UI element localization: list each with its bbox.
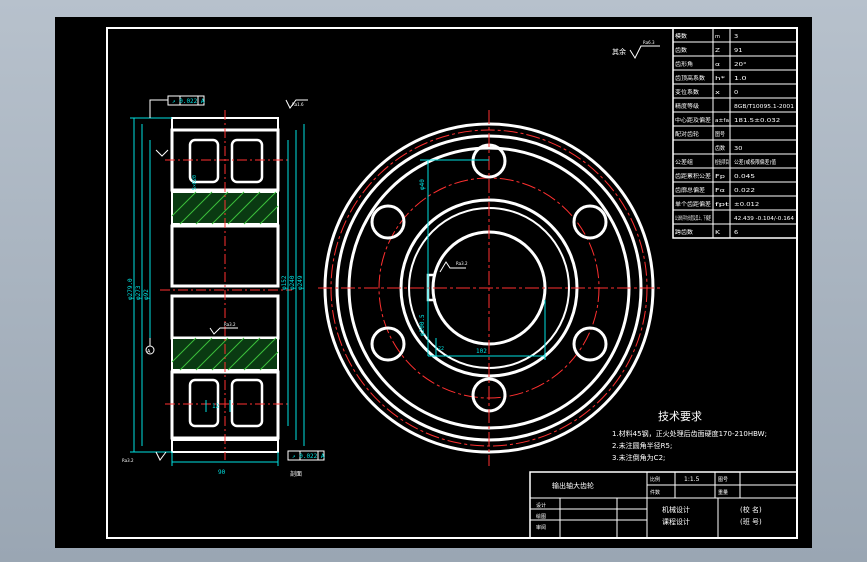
drafter-label: 绘图 bbox=[536, 513, 546, 520]
runout-bottom-label: ↗ 0.022 A bbox=[292, 453, 325, 460]
cad-viewport[interactable]: ↗ 0.022 A ↗ 0.022 A 剖面 90 Ra1.6 Ra3.2 Ra… bbox=[0, 0, 867, 562]
param-row-0-symbol: m bbox=[715, 34, 720, 40]
weight-label: 重量 bbox=[718, 489, 728, 496]
hole-diameter-dim: φ40 bbox=[419, 179, 426, 190]
param-row-11-value: 0.022 bbox=[734, 188, 755, 194]
param-row-12-name: 单个齿距偏差 bbox=[675, 200, 712, 208]
pitch-diameter-dim: φ273 bbox=[135, 285, 142, 300]
class-number: (班 号) bbox=[740, 517, 762, 526]
roughness-bottom: Ra3.2 bbox=[122, 458, 134, 463]
param-row-14-symbol: K bbox=[715, 230, 721, 236]
param-row-3-value: 1.0 bbox=[734, 76, 747, 82]
hub-diameter-dim-1: φ152 bbox=[281, 275, 288, 290]
param-row-2-value: 20° bbox=[734, 62, 747, 68]
hub-diameter-dim-2: φ240 bbox=[289, 275, 296, 290]
param-row-9-value: 公差(或极限偏差)值 bbox=[734, 158, 776, 166]
param-row-1-symbol: Z bbox=[715, 48, 720, 54]
hub-diameter-dim-3: φ249 bbox=[297, 275, 304, 290]
param-row-9-name: 公差组 bbox=[675, 158, 694, 166]
param-row-10-value: 0.045 bbox=[734, 174, 756, 180]
section-label: 剖面 bbox=[290, 470, 302, 478]
roughness-middle: Ra3.2 bbox=[224, 322, 236, 327]
param-row-0-name: 模数 bbox=[675, 32, 688, 40]
param-row-6-name: 中心距及偏差 bbox=[675, 116, 712, 124]
tech-req-item-2: 2.未注圆角半径R5; bbox=[612, 441, 672, 450]
param-row-6-value: 181.5±0.032 bbox=[734, 118, 780, 124]
param-row-10-symbol: Fp bbox=[715, 174, 726, 180]
drawing-no-label: 图号 bbox=[718, 477, 728, 483]
part-name: 输出轴大齿轮 bbox=[552, 481, 594, 490]
keyway-roughness: Ra3.2 bbox=[456, 261, 468, 266]
param-row-13-value: 42.439 -0.104/-0.164 bbox=[734, 216, 795, 222]
tech-req-title: 技术要求 bbox=[658, 410, 702, 423]
runout-top-label: ↗ 0.022 A bbox=[172, 98, 205, 105]
course-line-1: 机械设计 bbox=[662, 505, 690, 514]
param-row-2-name: 齿形角 bbox=[675, 60, 693, 68]
tech-req-item-1: 1.材料45钢，正火处理后齿面硬度170-210HBW; bbox=[612, 429, 767, 438]
datum-label: A bbox=[147, 349, 151, 355]
web-dimension: 12 bbox=[212, 403, 220, 410]
param-row-14-value: 6 bbox=[734, 230, 739, 236]
param-row-14-name: 跨齿数 bbox=[675, 228, 694, 236]
key-width-dim: 22 bbox=[438, 346, 444, 352]
bore-diameter-dim: φ92 bbox=[143, 289, 150, 300]
param-row-7-symbol: 图号 bbox=[715, 130, 725, 138]
param-row-11-symbol: Fα bbox=[715, 188, 726, 194]
param-row-1-value: 91 bbox=[734, 48, 742, 54]
tech-req-item-3: 3.未注倒角为C2; bbox=[612, 453, 665, 462]
width-dimension: 90 bbox=[218, 469, 226, 476]
param-row-13-name: 公法线平均长度及其上、下偏差 bbox=[675, 214, 711, 222]
hole-circle-dim: φ200.5 bbox=[419, 314, 426, 336]
param-row-11-name: 齿廓总偏差 bbox=[675, 186, 706, 194]
tip-diameter-dim: φ279.0 bbox=[127, 278, 134, 300]
param-row-3-symbol: h* bbox=[715, 76, 725, 82]
ratio-label: 比例 bbox=[650, 476, 660, 483]
param-row-1-name: 齿数 bbox=[675, 46, 688, 54]
param-row-6-symbol: a±fa bbox=[715, 118, 729, 124]
param-row-10-name: 齿距累积公差 bbox=[675, 172, 712, 180]
roughness-rest-label: 其余 bbox=[612, 47, 626, 56]
param-row-0-value: 3 bbox=[734, 34, 739, 40]
drawing-canvas: ↗ 0.022 A ↗ 0.022 A 剖面 90 Ra1.6 Ra3.2 Ra… bbox=[55, 17, 812, 548]
designer-label: 设计 bbox=[536, 502, 546, 509]
piece-label: 件数 bbox=[650, 489, 660, 496]
param-row-12-value: ±0.012 bbox=[734, 202, 759, 208]
ratio-value: 1:1.5 bbox=[684, 476, 700, 483]
fillet-dim: 5×R20 bbox=[192, 175, 198, 190]
checker-label: 审阅 bbox=[536, 524, 546, 531]
keyway-dim: 102 bbox=[476, 348, 487, 355]
course-line-2: 课程设计 bbox=[662, 517, 690, 526]
param-row-8-value: 30 bbox=[734, 146, 743, 152]
param-row-12-symbol: fpt bbox=[715, 202, 731, 208]
roughness-rest-value: Ra6.3 bbox=[643, 40, 655, 45]
param-row-3-name: 齿顶高系数 bbox=[675, 74, 706, 82]
param-row-5-name: 精度等级 bbox=[675, 102, 700, 110]
param-row-8-symbol: 齿数 bbox=[715, 144, 725, 152]
school-name: (校 名) bbox=[740, 505, 762, 514]
roughness-top: Ra1.6 bbox=[292, 102, 304, 107]
param-row-9-symbol: 检验项目 bbox=[715, 158, 729, 166]
param-row-4-value: 0 bbox=[734, 90, 739, 96]
param-row-7-name: 配对齿轮 bbox=[675, 130, 700, 138]
param-row-2-symbol: α bbox=[715, 62, 720, 68]
param-row-4-name: 变位系数 bbox=[675, 88, 700, 96]
param-row-5-value: 8GB/T10095.1-2001 bbox=[734, 104, 794, 110]
